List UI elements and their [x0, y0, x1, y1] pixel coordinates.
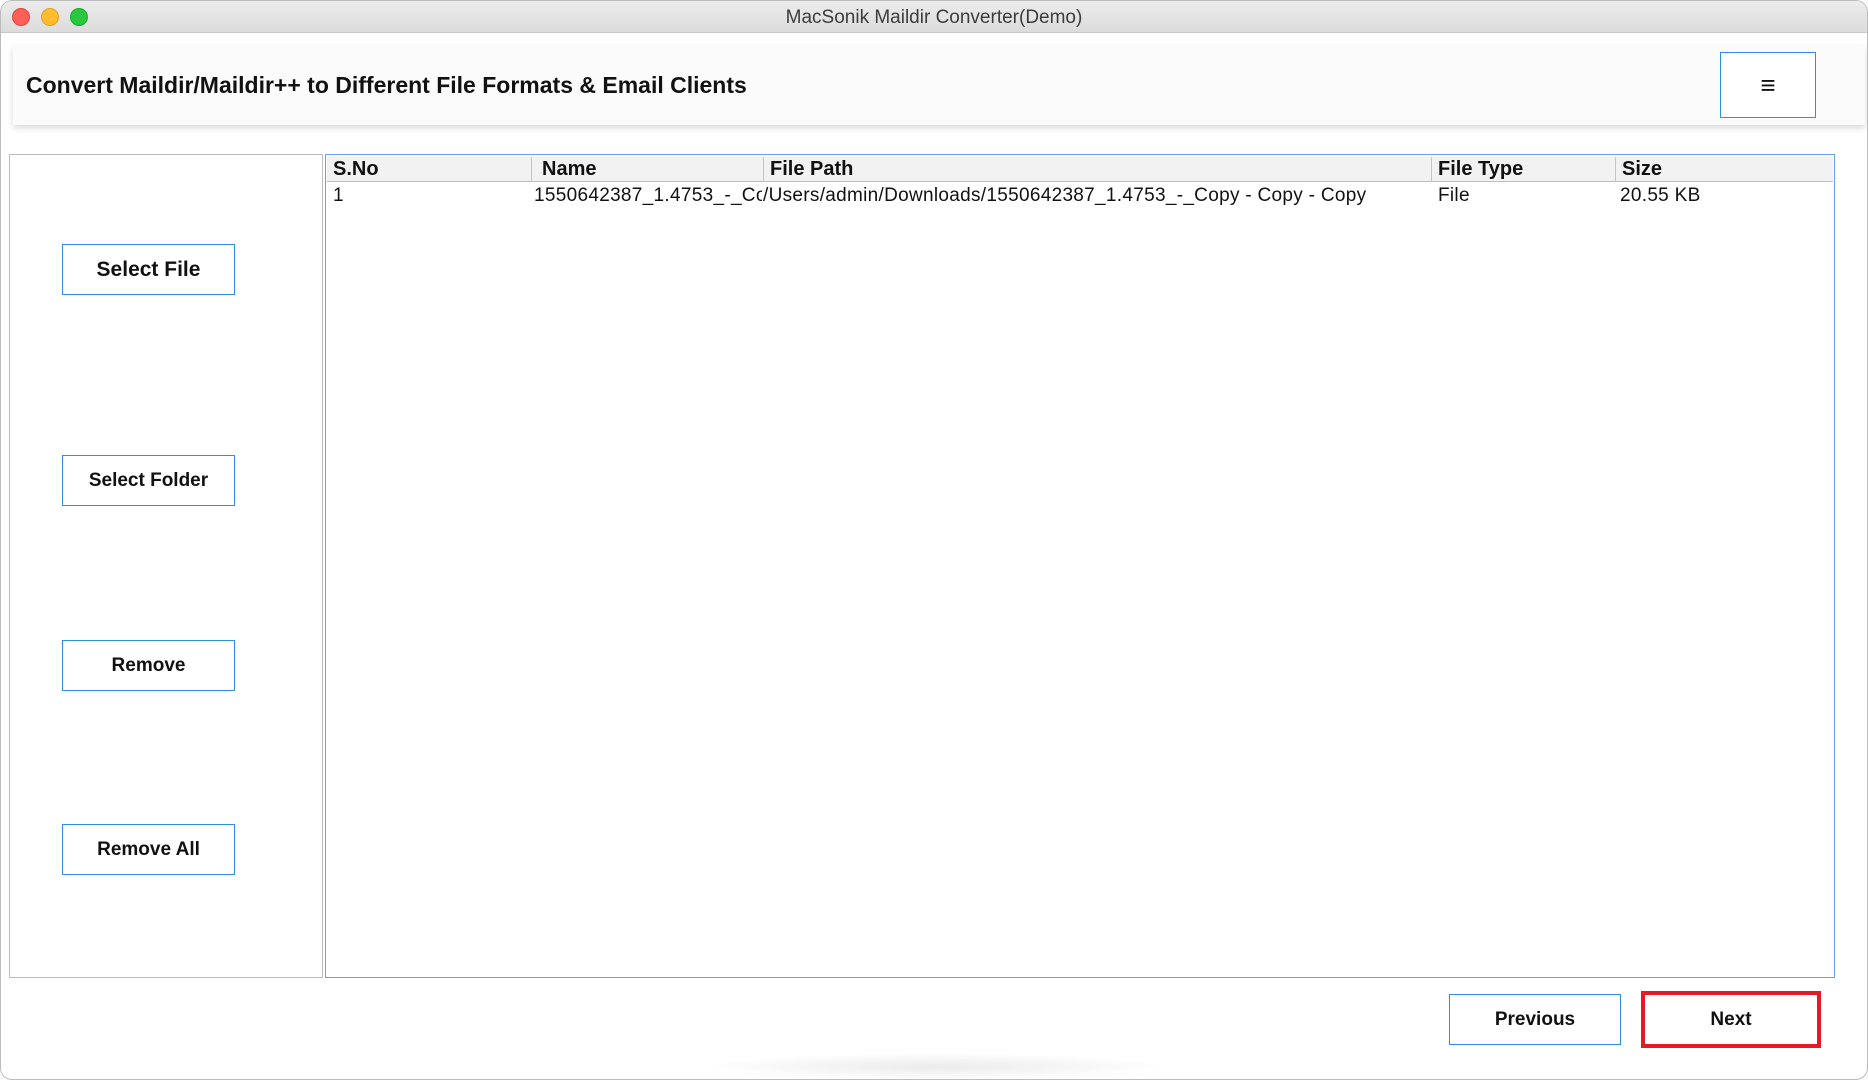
select-folder-button[interactable]: Select Folder: [62, 455, 235, 506]
select-file-button[interactable]: Select File: [62, 244, 235, 295]
page-title: Convert Maildir/Maildir++ to Different F…: [26, 72, 747, 98]
file-table[interactable]: S.No Name File Path File Type Size 1 155…: [325, 154, 1835, 978]
window-title: MacSonik Maildir Converter(Demo): [785, 7, 1083, 28]
next-button[interactable]: Next: [1641, 991, 1821, 1048]
column-header-file-type[interactable]: File Type: [1432, 157, 1616, 182]
table-header: S.No Name File Path File Type Size: [327, 157, 1833, 182]
title-bar[interactable]: MacSonik Maildir Converter(Demo): [1, 1, 1867, 33]
remove-all-button[interactable]: Remove All: [62, 824, 235, 875]
hamburger-icon: ≡: [1760, 69, 1776, 100]
cell-sno: 1: [333, 185, 344, 206]
cell-file-path: /Users/admin/Downloads/1550642387_1.4753…: [763, 185, 1367, 206]
table-row[interactable]: 1 1550642387_1.4753_-_Copy - Copy - Copy…: [327, 183, 1833, 208]
sidebar-panel: Select File Select Folder Remove Remove …: [9, 154, 323, 978]
column-header-file-path[interactable]: File Path: [764, 157, 1432, 182]
app-window: MacSonik Maildir Converter(Demo) Convert…: [0, 0, 1868, 1080]
column-header-size[interactable]: Size: [1616, 157, 1833, 182]
cell-file-type: File: [1438, 185, 1470, 206]
column-header-name[interactable]: Name: [532, 157, 764, 182]
menu-button[interactable]: ≡: [1720, 52, 1816, 118]
remove-button[interactable]: Remove: [62, 640, 235, 691]
column-header-sno[interactable]: S.No: [327, 157, 532, 182]
page-header: Convert Maildir/Maildir++ to Different F…: [13, 45, 1865, 125]
bottom-shadow: [701, 1053, 1171, 1079]
cell-name: 1550642387_1.4753_-_Copy - Copy - Copy: [534, 185, 762, 206]
previous-button[interactable]: Previous: [1449, 994, 1621, 1045]
cell-size: 20.55 KB: [1620, 185, 1701, 206]
